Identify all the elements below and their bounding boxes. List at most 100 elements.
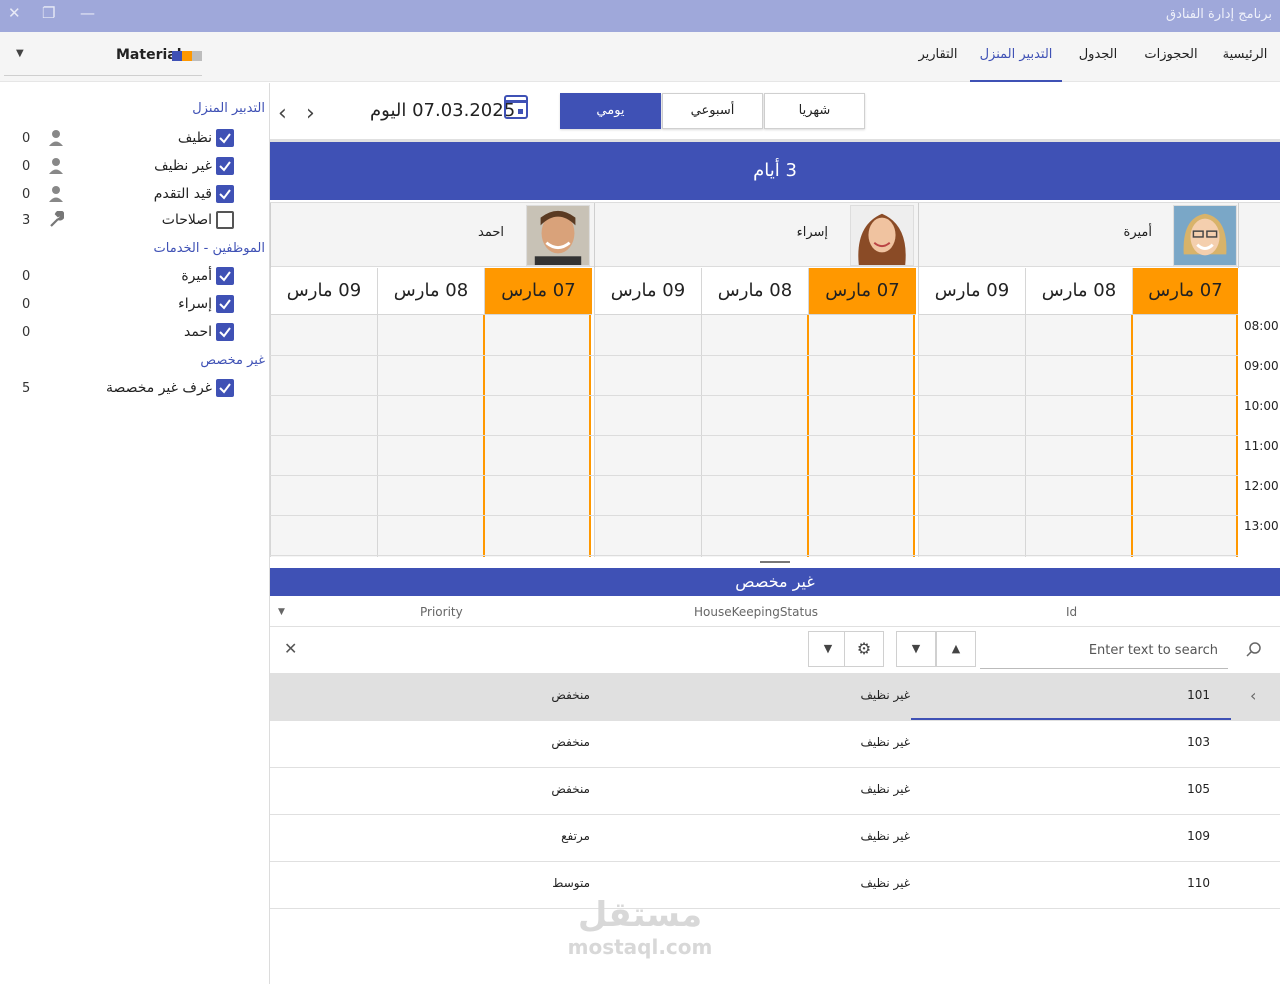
cell-status: غير نظيف (860, 876, 910, 890)
table-row[interactable]: 105 غير نظيف منخفض (270, 768, 1280, 815)
menu-item-housekeeping[interactable]: التدبير المنزل (970, 32, 1062, 82)
view-monthly-button[interactable]: شهريا (764, 93, 865, 129)
menu-item-home[interactable]: الرئيسية (1214, 32, 1276, 82)
day-header-amira-08[interactable]: 08 مارس (1025, 268, 1132, 315)
table-row[interactable]: 109 غير نظيف مرتفع (270, 815, 1280, 862)
column-header-status[interactable]: HouseKeepingStatus (694, 605, 818, 619)
filter-row-repairs[interactable]: 3 اصلاحات (0, 209, 270, 233)
schedule-column[interactable] (918, 315, 1025, 557)
chevron-right-icon[interactable]: › (306, 101, 315, 126)
schedule-column-today[interactable] (807, 315, 915, 557)
filter-count: 0 (22, 187, 31, 202)
filter-label: إسراء (178, 296, 212, 312)
menu-item-reports[interactable]: التقارير (908, 32, 968, 82)
minimize-icon[interactable]: — (80, 4, 95, 22)
chevron-down-icon[interactable]: ▼ (278, 607, 285, 617)
table-row[interactable]: 103 غير نظيف منخفض (270, 721, 1280, 768)
filter-label: نظيف (177, 130, 212, 146)
staff-heading: الموظفين - الخدمات (153, 241, 265, 256)
checkbox-repairs[interactable] (216, 211, 234, 229)
checkbox-unassigned-rooms[interactable] (216, 379, 234, 397)
filter-row-dirty[interactable]: 0 غير نظيف (0, 155, 270, 179)
resource-israa[interactable]: إسراء (594, 203, 918, 268)
cell-priority: منخفض (551, 782, 590, 796)
sort-descending-button[interactable]: ▼ (896, 631, 936, 667)
window-title: برنامج إدارة الفنادق (1166, 7, 1272, 22)
time-label: 12:00 (1244, 479, 1279, 493)
filter-row-staff-amira[interactable]: 0 أميرة (0, 265, 270, 289)
filter-count: 0 (22, 269, 31, 284)
current-date: 07.03.2025 اليوم (370, 100, 516, 121)
checkbox-in-progress[interactable] (216, 185, 234, 203)
schedule-column[interactable] (270, 315, 377, 557)
filter-label: اصلاحات (161, 212, 212, 228)
title-bar: ✕ ❐ — برنامج إدارة الفنادق (0, 0, 1280, 32)
checkbox-staff-ahmed[interactable] (216, 323, 234, 341)
cell-priority: مرتفع (561, 829, 590, 843)
cell-id: 101 (1187, 688, 1210, 702)
sort-ascending-button[interactable]: ▲ (936, 631, 976, 667)
checkbox-dirty[interactable] (216, 157, 234, 175)
table-row[interactable]: 101 غير نظيف منخفض ‹ (270, 674, 1280, 721)
day-header-amira-07[interactable]: 07 مارس (1132, 268, 1238, 315)
search-bar: ✕ ▼ ⚙ ▼ ▲ (270, 627, 1280, 674)
column-header-priority[interactable]: Priority (420, 605, 463, 619)
filter-row-in-progress[interactable]: 0 قيد التقدم (0, 183, 270, 207)
chevron-left-icon[interactable]: ‹ (1250, 686, 1256, 705)
column-header-id[interactable]: Id (1066, 605, 1077, 619)
view-weekly-button[interactable]: أسبوعي (662, 93, 763, 129)
day-header-amira-09[interactable]: 09 مارس (918, 268, 1025, 315)
resource-amira[interactable]: أميرة (918, 203, 1238, 268)
theme-selector[interactable]: ▼ Material (4, 40, 202, 76)
schedule-column-today[interactable] (483, 315, 591, 557)
avatar (526, 205, 590, 266)
unassigned-heading: غير مخصص (200, 353, 265, 368)
avatar (850, 205, 914, 266)
cell-id: 109 (1187, 829, 1210, 843)
filter-row-staff-ahmed[interactable]: 0 احمد (0, 321, 270, 345)
checkbox-staff-amira[interactable] (216, 267, 234, 285)
view-daily-button[interactable]: يومي (560, 93, 661, 129)
day-header-ahmed-07[interactable]: 07 مارس (484, 268, 592, 315)
dropdown-button[interactable]: ▼ (808, 631, 848, 667)
checkbox-clean[interactable] (216, 129, 234, 147)
time-label: 11:00 (1244, 439, 1279, 453)
filter-row-clean[interactable]: 0 نظيف (0, 127, 270, 151)
filter-row-staff-israa[interactable]: 0 إسراء (0, 293, 270, 317)
menu-item-bookings[interactable]: الحجوزات (1136, 32, 1206, 82)
day-header-israa-08[interactable]: 08 مارس (701, 268, 808, 315)
schedule-column[interactable] (701, 315, 808, 557)
schedule-column[interactable] (1025, 315, 1132, 557)
close-icon[interactable]: ✕ (8, 4, 21, 22)
table-row[interactable]: 110 غير نظيف متوسط (270, 862, 1280, 909)
search-input[interactable] (980, 633, 1228, 669)
cell-id: 103 (1187, 735, 1210, 749)
cell-id: 105 (1187, 782, 1210, 796)
resource-ahmed[interactable]: احمد (270, 203, 594, 268)
filter-label: غرف غير مخصصة (105, 380, 212, 396)
search-icon[interactable] (1246, 642, 1262, 658)
menu-item-schedule[interactable]: الجدول (1072, 32, 1124, 82)
schedule-column[interactable] (377, 315, 484, 557)
filter-sidebar: التدبير المنزل 0 نظيف 0 غير نظيف 0 قيد ا… (0, 83, 270, 984)
schedule-column-today[interactable] (1131, 315, 1238, 557)
close-icon[interactable]: ✕ (284, 639, 297, 658)
day-header-ahmed-09[interactable]: 09 مارس (270, 268, 377, 315)
chevron-down-icon: ▼ (16, 48, 24, 59)
day-header-ahmed-08[interactable]: 08 مارس (377, 268, 484, 315)
chevron-left-icon[interactable]: ‹ (278, 101, 287, 126)
checkbox-staff-israa[interactable] (216, 295, 234, 313)
cell-status: غير نظيف (860, 829, 910, 843)
hour-line (270, 435, 1238, 436)
gear-icon[interactable]: ⚙ (844, 631, 884, 667)
schedule-column[interactable] (594, 315, 701, 557)
day-header-israa-09[interactable]: 09 مارس (594, 268, 701, 315)
calendar-icon[interactable] (504, 95, 528, 119)
watermark-latin: mostaql.com (567, 935, 713, 959)
day-header-israa-07[interactable]: 07 مارس (808, 268, 916, 315)
restore-icon[interactable]: ❐ (42, 4, 55, 22)
splitter-handle[interactable] (760, 561, 790, 563)
cell-status: غير نظيف (860, 688, 910, 702)
filter-row-unassigned-rooms[interactable]: 5 غرف غير مخصصة (0, 377, 270, 401)
cell-status: غير نظيف (860, 735, 910, 749)
